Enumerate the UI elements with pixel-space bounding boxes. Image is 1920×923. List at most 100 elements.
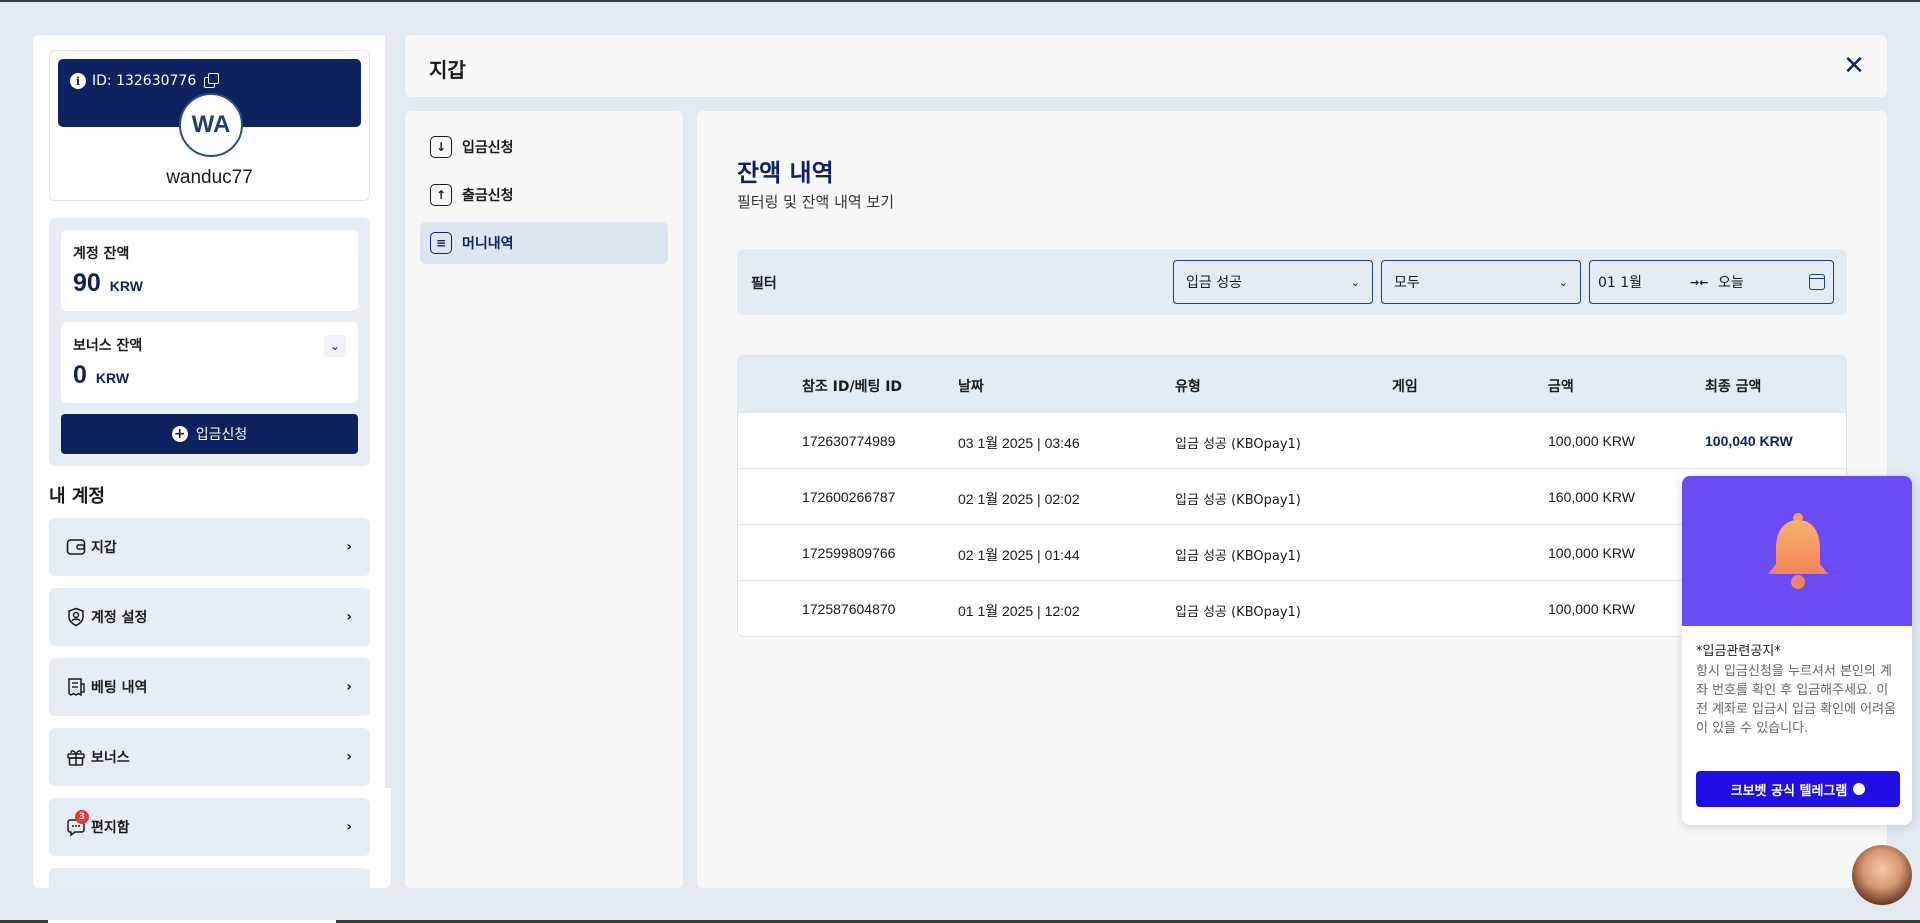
chevron-right-icon: ›: [346, 609, 352, 625]
chevron-right-icon: ›: [346, 679, 352, 695]
type-select[interactable]: 입금 성공 ⌄: [1173, 260, 1373, 304]
cell-amount: 100,000 KRW: [1548, 433, 1635, 449]
cell-type: 입금 성공 (KBOpay1): [1175, 549, 1301, 564]
menu-item-label: 계정 설정: [91, 610, 148, 626]
avatar: WA: [179, 93, 243, 157]
bonus-balance-currency: KRW: [95, 370, 130, 386]
download-icon: ↓: [430, 136, 452, 158]
cell-date: 03 1월 2025 | 03:46: [958, 435, 1080, 451]
user-id: ID: 132630776: [92, 73, 197, 89]
user-settings-icon: [65, 606, 87, 628]
account-balance-card: 계정 잔액 90 KRW: [61, 230, 358, 311]
support-chat-avatar[interactable]: [1852, 845, 1912, 905]
column-header: 금액: [1548, 379, 1574, 395]
plus-circle-icon: +: [171, 426, 188, 442]
bell-icon: [1768, 513, 1828, 589]
menu-item-label: 보너스: [91, 750, 130, 766]
chevron-right-icon: ›: [346, 749, 352, 765]
section-title: 잔액 내역: [737, 159, 834, 187]
subnav-label: 입금신청: [462, 140, 514, 156]
upload-icon: ↑: [430, 184, 452, 206]
column-header: 최종 금액: [1705, 379, 1762, 395]
menu-item-account-settings[interactable]: 계정 설정 ›: [49, 588, 370, 646]
table-row: 172630774989 03 1월 2025 | 03:46 입금 성공 (K…: [738, 412, 1846, 468]
cell-type: 입금 성공 (KBOpay1): [1175, 605, 1301, 620]
subnav-deposit[interactable]: ↓ 입금신청: [420, 126, 668, 168]
sidebar-scrollbar[interactable]: [385, 35, 391, 788]
section-subtitle: 필터링 및 잔액 내역 보기: [737, 193, 895, 211]
document-icon: ≡: [430, 232, 452, 254]
account-balance-value: 90: [73, 269, 101, 297]
cell-amount: 160,000 KRW: [1548, 489, 1635, 505]
column-header: 유형: [1175, 379, 1201, 395]
username: wanduc77: [166, 167, 253, 188]
telegram-button[interactable]: 크보벳 공식 텔레그램: [1696, 771, 1900, 807]
cell-type: 입금 성공 (KBOpay1): [1175, 437, 1301, 452]
bonus-expand-button[interactable]: ⌄: [324, 335, 346, 357]
wallet-header: 지갑 ✕: [405, 35, 1887, 97]
cell-date: 02 1월 2025 | 02:02: [958, 491, 1080, 507]
subnav-label: 머니내역: [462, 236, 514, 252]
telegram-icon: [1853, 783, 1866, 795]
cell-final: 100,040 KRW: [1705, 433, 1793, 449]
wallet-icon: [65, 536, 87, 558]
chevron-down-icon: ⌄: [1558, 275, 1568, 289]
subnav-money-history[interactable]: ≡ 머니내역: [420, 222, 668, 264]
menu-item-bonus[interactable]: 보너스 ›: [49, 728, 370, 786]
menu-item-inbox[interactable]: 3 편지함 ›: [49, 798, 370, 856]
cell-date: 02 1월 2025 | 01:44: [958, 547, 1080, 563]
chevron-right-icon: ›: [346, 819, 352, 835]
calendar-icon[interactable]: [1809, 274, 1825, 290]
chevron-right-icon: ›: [346, 539, 352, 555]
account-balance-amount: 90 KRW: [73, 269, 346, 298]
chat-icon: 3: [65, 810, 89, 838]
game-select-value: 모두: [1394, 275, 1420, 291]
menu-item-betting-history[interactable]: 베팅 내역 ›: [49, 658, 370, 716]
account-balance-label: 계정 잔액: [73, 246, 130, 262]
game-select[interactable]: 모두 ⌄: [1381, 260, 1581, 304]
deposit-button-label: 입금신청: [195, 427, 248, 443]
menu-item-wallet[interactable]: 지갑 ›: [49, 518, 370, 576]
deposit-notice-popup: *입금관련공지* 항시 입금신청을 누르셔서 본인의 계좌 번호를 확인 후 입…: [1682, 476, 1912, 825]
menu-item-label: 편지함: [91, 820, 130, 836]
account-sidebar: i ID: 132630776 WA wanduc77 계정 잔액 90 KRW…: [33, 35, 391, 888]
menu-item-more[interactable]: [49, 868, 370, 888]
table-row: 172587604870 01 1월 2025 | 12:02 입금 성공 (K…: [738, 580, 1846, 636]
cell-type: 입금 성공 (KBOpay1): [1175, 493, 1301, 508]
column-header: 날짜: [958, 379, 984, 395]
table-row: 172600266787 02 1월 2025 | 02:02 입금 성공 (K…: [738, 468, 1846, 524]
notice-header: [1682, 476, 1912, 626]
notice-title: *입금관련공지*: [1696, 644, 1781, 659]
info-icon: i: [70, 73, 86, 89]
column-header: 게임: [1392, 379, 1418, 395]
cell-amount: 100,000 KRW: [1548, 545, 1635, 561]
date-to[interactable]: 오늘: [1718, 272, 1809, 292]
menu-item-label: 지갑: [91, 540, 117, 556]
account-balance-currency: KRW: [109, 278, 143, 294]
type-select-value: 입금 성공: [1186, 275, 1242, 291]
profile-card: i ID: 132630776 WA wanduc77: [49, 50, 370, 201]
page-title: 지갑: [429, 58, 466, 82]
subnav-withdraw[interactable]: ↑ 출금신청: [420, 174, 668, 216]
deposit-button[interactable]: + 입금신청: [61, 414, 358, 454]
date-range-picker[interactable]: 01 1월 →← 오늘: [1589, 260, 1834, 304]
cell-amount: 100,000 KRW: [1548, 601, 1635, 617]
filter-label: 필터: [751, 276, 777, 292]
top-border: [0, 0, 1920, 2]
close-icon[interactable]: ✕: [1839, 51, 1869, 81]
cell-ref: 172587604870: [802, 601, 896, 617]
inbox-badge: 3: [75, 810, 89, 824]
history-table: 참조 ID/베팅 ID 날짜 유형 게임 금액 최종 금액 1726307749…: [737, 355, 1847, 637]
receipt-icon: [65, 676, 87, 698]
date-from[interactable]: 01 1월: [1598, 272, 1690, 292]
wallet-subnav: ↓ 입금신청 ↑ 출금신청 ≡ 머니내역: [405, 111, 683, 888]
cell-date: 01 1월 2025 | 12:02: [958, 603, 1080, 619]
cell-ref: 172630774989: [802, 433, 896, 449]
my-account-title: 내 계정: [49, 486, 105, 507]
chevron-down-icon: ⌄: [1350, 275, 1360, 289]
bonus-balance-value: 0: [73, 361, 87, 389]
cell-ref: 172599809766: [802, 545, 896, 561]
table-header: 참조 ID/베팅 ID 날짜 유형 게임 금액 최종 금액: [738, 356, 1846, 412]
copy-icon[interactable]: [204, 73, 220, 88]
bonus-balance-label: 보너스 잔액: [73, 338, 143, 354]
